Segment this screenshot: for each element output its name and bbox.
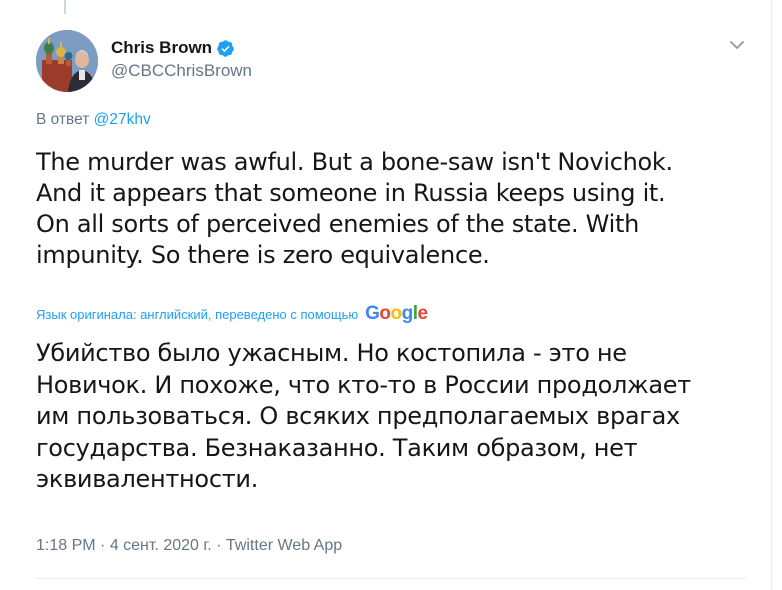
tweet-text-line: The murder was awful. But a bone-saw isn… — [36, 148, 673, 176]
translated-text-line: им пользоваться. О всяких предполагаемых… — [36, 402, 680, 430]
thread-connector-line — [64, 0, 66, 14]
avatar[interactable] — [36, 30, 98, 92]
author-display-name[interactable]: Chris Brown — [111, 38, 212, 58]
author-handle[interactable]: @CBCChrisBrown — [111, 61, 252, 81]
tweet-metadata: 1:18 PM · 4 сент. 2020 г. · Twitter Web … — [36, 537, 342, 555]
translation-note-text[interactable]: Язык оригинала: английский, переведено с… — [36, 307, 358, 322]
translated-text-line: Новичок. И похоже, что кто-то в России п… — [36, 370, 691, 399]
tweet-text: The murder was awful. But a bone-saw isn… — [36, 147, 766, 271]
reply-prefix: В ответ — [36, 111, 90, 128]
translated-text-line: эквивалентности. — [36, 465, 259, 493]
verified-badge-icon — [216, 39, 235, 58]
tweet-text-line: On all sorts of perceived enemies of the… — [36, 210, 639, 238]
tweet-header: Chris Brown @CBCChrisBrown — [36, 28, 756, 92]
tweet-time[interactable]: 1:18 PM — [36, 537, 96, 554]
author-name-row[interactable]: Chris Brown — [111, 37, 235, 59]
divider — [36, 578, 746, 579]
translated-text-line: Убийство было ужасным. Но костопила - эт… — [36, 339, 627, 367]
translation-attribution[interactable]: Язык оригинала: английский, переведено с… — [36, 304, 428, 324]
reply-to-handle-link[interactable]: @27khv — [94, 111, 151, 128]
tweet-date[interactable]: 4 сент. 2020 г. — [110, 537, 212, 554]
tweet-text-line: impunity. So there is zero equivalence. — [36, 241, 490, 269]
meta-separator: · — [95, 537, 110, 554]
chevron-down-icon[interactable] — [728, 36, 746, 54]
translated-text-line: государства. Безнаказанно. Таким образом… — [36, 433, 638, 462]
tweet-detail: Chris Brown @CBCChrisBrown В ответ @27kh… — [0, 0, 782, 590]
translated-tweet-text: Убийство было ужасным. Но костопила - эт… — [36, 338, 766, 496]
tweet-source[interactable]: Twitter Web App — [226, 537, 342, 554]
google-logo: Google — [365, 303, 428, 324]
tweet-text-line: And it appears that someone in Russia ke… — [36, 179, 666, 207]
meta-separator: · — [211, 537, 226, 554]
reply-context: В ответ @27khv — [36, 111, 151, 129]
